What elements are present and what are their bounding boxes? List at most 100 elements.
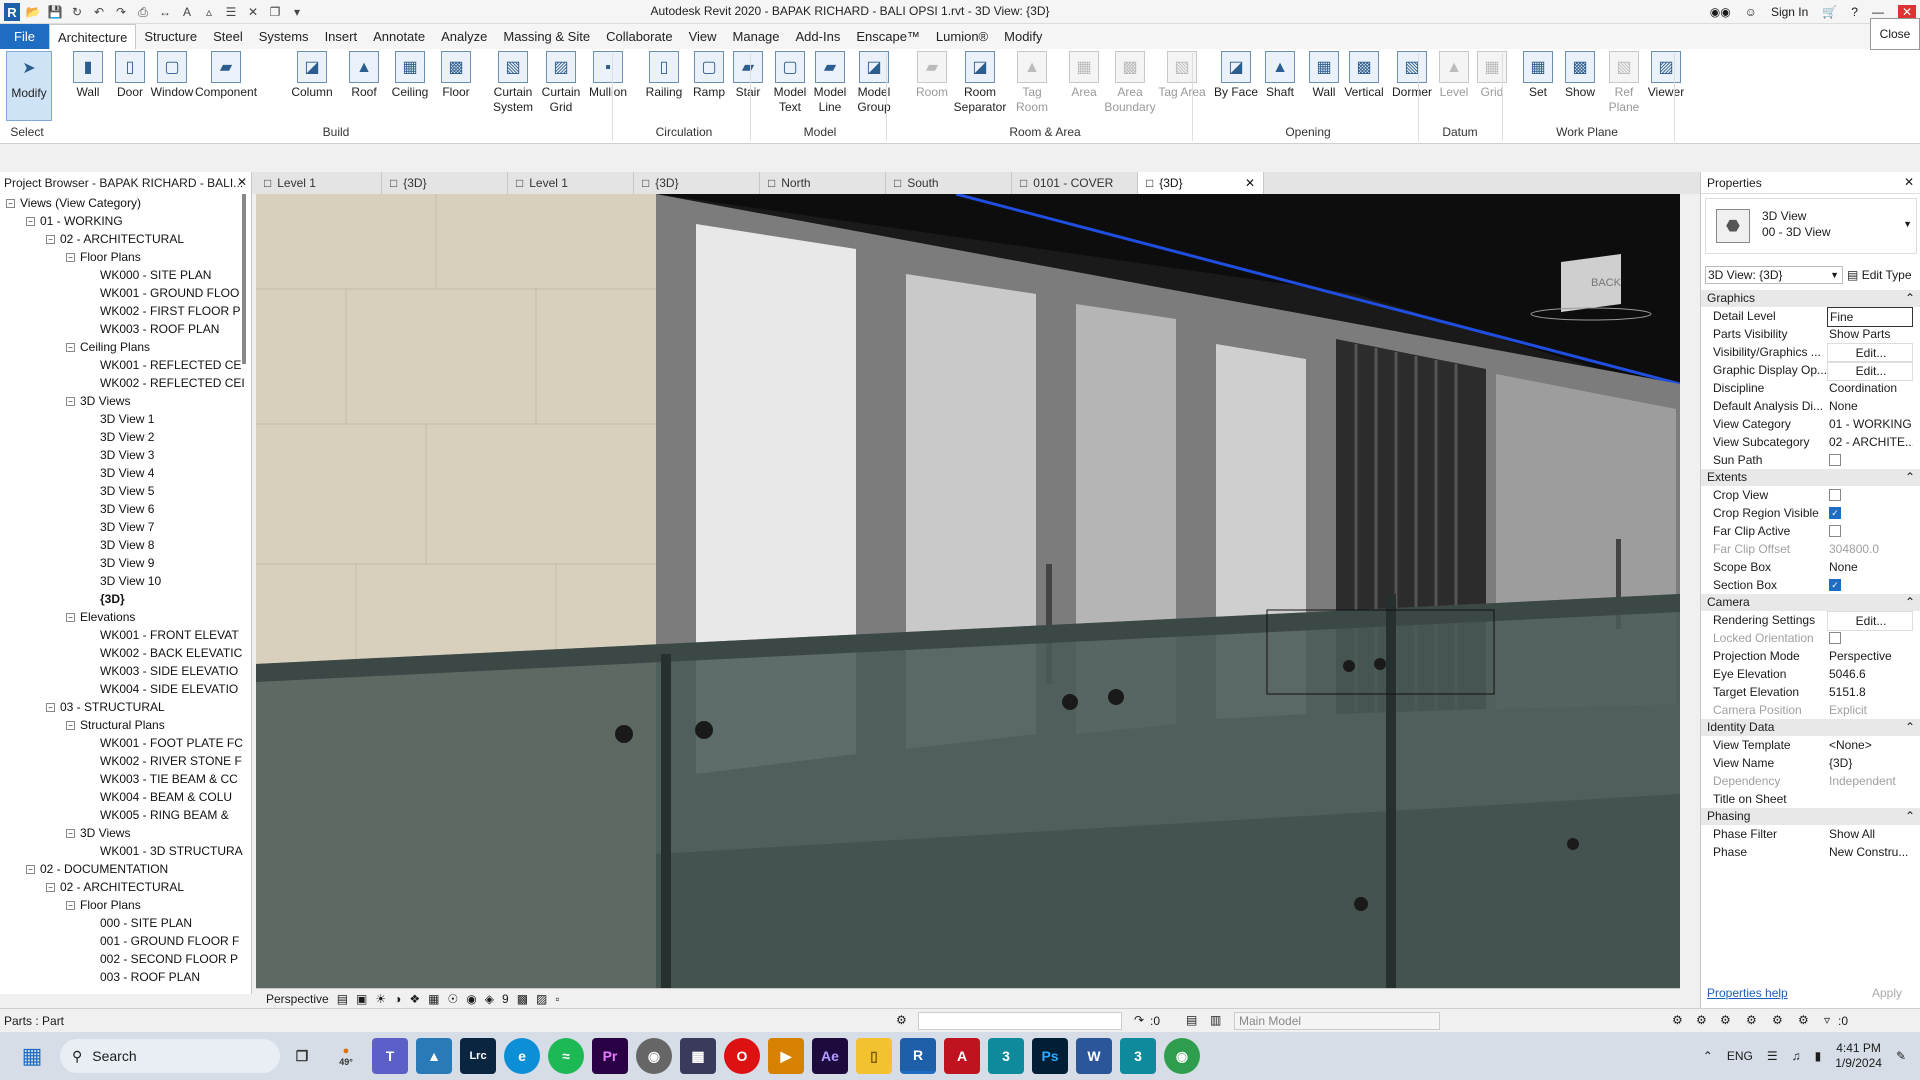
browser-node[interactable]: − Elevations xyxy=(66,608,135,626)
tab-massing-site[interactable]: Massing & Site xyxy=(495,24,598,49)
tab-enscape[interactable]: Enscape™ xyxy=(848,24,928,49)
background-process-icon[interactable]: ⚙ xyxy=(1798,1013,1809,1027)
battery-icon[interactable]: ▮ xyxy=(1815,1049,1822,1063)
collapse-icon[interactable]: − xyxy=(66,343,75,353)
reveal-hidden-icon[interactable]: ◈ xyxy=(485,992,494,1006)
type-selector[interactable]: ⬣ 3D View 00 - 3D View ▼ xyxy=(1705,198,1917,254)
browser-node[interactable]: 3D View 9 xyxy=(86,554,154,572)
browser-node[interactable]: 003 - ROOF PLAN xyxy=(86,968,200,986)
temporary-hide-icon[interactable]: ◉ xyxy=(466,992,476,1006)
3d-viewport[interactable]: BACK xyxy=(256,194,1680,988)
view-tab[interactable]: □ North xyxy=(760,172,886,194)
browser-node[interactable]: −02 - DOCUMENTATION xyxy=(26,860,168,878)
property-value[interactable]: Independent xyxy=(1827,772,1913,790)
circulation-panel-label[interactable]: Circulation xyxy=(620,125,748,141)
view-tab[interactable]: □ 0101 - COVER xyxy=(1012,172,1138,194)
property-value[interactable]: 01 - WORKING xyxy=(1827,415,1913,433)
spotify-icon[interactable]: ≈ xyxy=(548,1038,584,1074)
crop-icon[interactable]: ▦ xyxy=(428,992,439,1006)
browser-node[interactable]: −01 - WORKING xyxy=(26,212,123,230)
worksets-icon[interactable]: ⚙ xyxy=(896,1013,907,1027)
browser-node[interactable]: − Views (View Category) xyxy=(6,194,141,212)
photoshop-icon[interactable]: Ps xyxy=(1032,1038,1068,1074)
workplane-panel-label[interactable]: Work Plane xyxy=(1502,125,1672,141)
detail-level-icon[interactable]: ▤ xyxy=(337,992,348,1006)
wifi-icon[interactable]: ☰ xyxy=(1767,1049,1778,1063)
minimize-button[interactable]: — xyxy=(1872,5,1884,19)
browser-node[interactable]: WK001 - 3D STRUCTURA xyxy=(86,842,243,860)
after-effects-icon[interactable]: Ae xyxy=(812,1038,848,1074)
property-checkbox[interactable] xyxy=(1829,453,1841,466)
collapse-icon[interactable]: − xyxy=(46,235,55,245)
editing-requests-icon[interactable]: ↷ xyxy=(1134,1013,1144,1027)
volume-icon[interactable]: ♫ xyxy=(1792,1049,1801,1063)
vertical-tool[interactable]: ▩ Vertical xyxy=(1338,51,1390,123)
collapse-icon[interactable]: − xyxy=(26,217,35,227)
browser-node[interactable]: WK001 - GROUND FLOO xyxy=(86,284,239,302)
lightroom-icon[interactable]: Lrc xyxy=(460,1038,496,1074)
section-identity-data[interactable]: Identity Data ⌃ xyxy=(1701,719,1920,736)
browser-node[interactable]: −3D Views xyxy=(66,824,130,842)
tab-steel[interactable]: Steel xyxy=(205,24,251,49)
browser-node[interactable]: WK004 - BEAM & COLU xyxy=(86,788,232,806)
section-phasing[interactable]: Phasing ⌃ xyxy=(1701,808,1920,825)
app-icon[interactable]: ◉ xyxy=(636,1038,672,1074)
collapse-icon[interactable]: − xyxy=(46,703,55,713)
property-checkbox[interactable] xyxy=(1829,488,1841,501)
property-value[interactable]: Explicit xyxy=(1827,701,1913,719)
task-view-icon[interactable]: ❐ xyxy=(284,1038,320,1074)
modify-tool[interactable]: ➤ Modify xyxy=(6,51,52,121)
view-tab[interactable]: □ Level 1 xyxy=(256,172,382,194)
viewer-tool[interactable]: ▨ Viewer xyxy=(1640,51,1692,123)
drag-elements-icon[interactable]: ⚙ xyxy=(1772,1013,1783,1027)
browser-node[interactable]: 3D View 4 xyxy=(86,464,154,482)
photos-icon[interactable]: ▲ xyxy=(416,1038,452,1074)
3dsmax-icon[interactable]: 3 xyxy=(988,1038,1024,1074)
section-graphics[interactable]: Graphics ⌃ xyxy=(1701,290,1920,307)
close-window-button[interactable]: ✕ xyxy=(1897,5,1916,19)
premiere-icon[interactable]: Pr xyxy=(592,1038,628,1074)
select-pinned-icon[interactable]: ⚙ xyxy=(1720,1013,1731,1027)
browser-node[interactable]: WK001 - FOOT PLATE FC xyxy=(86,734,243,752)
collapse-icon[interactable]: − xyxy=(46,883,55,893)
view-tab[interactable]: □ {3D} ✕ xyxy=(1138,172,1264,194)
help-icon[interactable]: ? xyxy=(1851,5,1858,19)
browser-node[interactable]: WK001 - FRONT ELEVAT xyxy=(86,626,239,644)
design-option-dropdown[interactable]: Main Model xyxy=(1234,1012,1440,1030)
browser-node[interactable]: 3D View 2 xyxy=(86,428,154,446)
curtain-grid-tool[interactable]: ▨ Curtain Grid xyxy=(535,51,587,123)
tab-add-ins[interactable]: Add-Ins xyxy=(788,24,849,49)
browser-node[interactable]: 001 - GROUND FLOOR F xyxy=(86,932,239,950)
collapse-icon[interactable]: − xyxy=(26,865,35,875)
teams-icon[interactable]: T xyxy=(372,1038,408,1074)
property-checkbox[interactable] xyxy=(1829,524,1841,537)
chrome-icon[interactable]: ◉ xyxy=(1164,1038,1200,1074)
model-group-tool[interactable]: ◪ Model Group xyxy=(848,51,900,123)
view-tab[interactable]: □ South xyxy=(886,172,1012,194)
analysis-icon[interactable]: ▩ xyxy=(517,992,528,1006)
window-tool[interactable]: ▢ Window xyxy=(146,51,198,123)
design-options-icon-2[interactable]: ▥ xyxy=(1210,1013,1221,1027)
collapse-section-icon[interactable]: ⌃ xyxy=(1905,290,1915,307)
property-value[interactable]: Show Parts xyxy=(1827,325,1913,343)
workset-dropdown[interactable] xyxy=(918,1012,1122,1030)
collapse-icon[interactable]: − xyxy=(66,613,75,623)
property-value[interactable]: <None> xyxy=(1827,736,1913,754)
property-value[interactable]: 02 - ARCHITE... xyxy=(1827,433,1913,451)
tab-analyze[interactable]: Analyze xyxy=(433,24,495,49)
notification-icon[interactable]: ✎ xyxy=(1896,1049,1906,1063)
binoculars-icon[interactable]: ◉◉ xyxy=(1710,5,1731,19)
view-tab[interactable]: □ Level 1 xyxy=(508,172,634,194)
mullion-tool[interactable]: ▪ Mullion xyxy=(582,51,634,123)
browser-node[interactable]: WK002 - RIVER STONE F xyxy=(86,752,242,770)
property-value[interactable]: None xyxy=(1827,558,1913,576)
browser-node[interactable]: WK003 - TIE BEAM & CC xyxy=(86,770,238,788)
hide-crop-icon[interactable]: ▫ xyxy=(555,992,559,1006)
tab-file[interactable]: File xyxy=(0,24,49,49)
browser-node[interactable]: −03 - STRUCTURAL xyxy=(46,698,165,716)
room-tool[interactable]: ▰ Room xyxy=(906,51,958,123)
close-icon[interactable]: ✕ xyxy=(1904,175,1914,189)
browser-node[interactable]: −02 - ARCHITECTURAL xyxy=(46,878,184,896)
cart-icon[interactable]: 🛒 xyxy=(1822,5,1837,19)
column-tool[interactable]: ◪ Column xyxy=(286,51,338,123)
